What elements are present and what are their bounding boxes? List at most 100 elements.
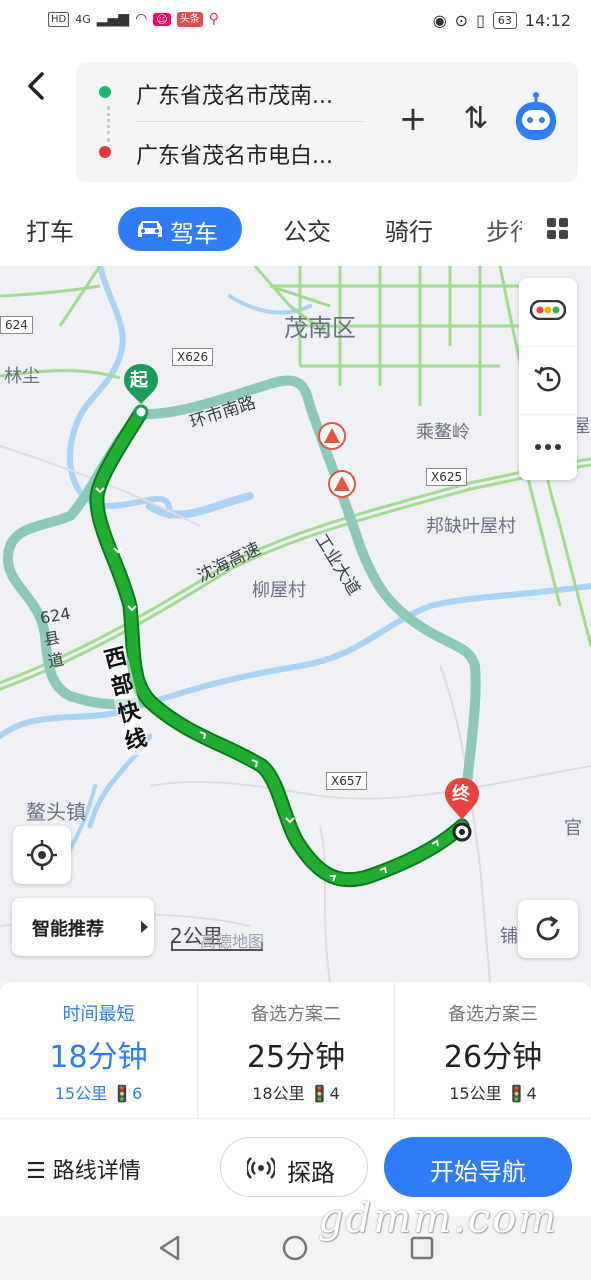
route-header: 广东省茂名市茂南... 广东省茂名市电白... + ⇅ (0, 44, 591, 194)
route-option-time: 25分钟 (246, 1040, 346, 1075)
route-map[interactable]: 茂南区 林尘 乘鳌岭 邦缺叶屋村 柳屋村 鳌头镇 官 铺 屋 624 环市南路 … (0, 266, 591, 982)
route-details-label: 路线详情 (52, 1159, 141, 1184)
status-bar: HD 4G ▂▄▆ ◠ ☺ 头条 ⚲ ◉ ⊙ ▯ 63 14:12 (0, 0, 591, 44)
vibrate-icon: ▯ (476, 11, 485, 30)
start-marker[interactable]: 起 (122, 362, 160, 422)
tab-drive-label: 驾车 (170, 220, 218, 248)
tab-taxi[interactable]: 打车 (26, 212, 74, 247)
toutiao-notification: 头条 (176, 11, 203, 27)
history-button[interactable] (519, 346, 577, 412)
route-distance: 18公里 (252, 1084, 305, 1103)
add-waypoint-button[interactable]: + (393, 100, 433, 140)
smart-recommend-label: 智能推荐 (32, 919, 104, 940)
map-label-aotou: 鳌头镇 (26, 800, 86, 824)
traffic-light-icon (530, 300, 566, 320)
back-triangle-icon[interactable] (156, 1234, 184, 1262)
traffic-light-count: 4 (329, 1084, 340, 1103)
back-button[interactable] (20, 66, 54, 106)
refresh-route-button[interactable] (518, 900, 578, 958)
route-option-label: 备选方案三 (448, 1004, 538, 1025)
swap-route-button[interactable]: ⇅ (456, 100, 496, 140)
signal-icon: ▂▄▆ (96, 11, 130, 27)
start-navigation-button[interactable]: 开始导航 (384, 1137, 572, 1197)
route-option-label: 时间最短 (62, 1004, 135, 1025)
back-arrow-icon (28, 72, 44, 100)
smart-recommend-button[interactable]: 智能推荐 (12, 898, 154, 956)
end-marker-label: 终 (452, 784, 470, 805)
map-logo: 高德地图 (200, 932, 265, 951)
tab-drive[interactable]: 驾车 (118, 207, 242, 251)
road-badge-x626: X626 (172, 348, 214, 366)
map-label-linchen: 林尘 (4, 366, 40, 387)
end-location-field[interactable]: 广东省茂名市电白... (136, 138, 376, 170)
map-label-chengaoling: 乘鳌岭 (416, 422, 470, 443)
tab-bus[interactable]: 公交 (283, 212, 331, 247)
route-distance: 15公里 (54, 1084, 108, 1103)
triangle-right-icon (141, 921, 148, 933)
traffic-light-count: 6 (132, 1084, 143, 1103)
route-option-time: 18分钟 (49, 1040, 148, 1075)
probe-route-button[interactable]: 探路 (220, 1137, 368, 1197)
roadwork-marker-icon[interactable] (318, 422, 346, 450)
end-dot-icon (99, 146, 111, 158)
divider (136, 121, 364, 122)
crosshair-icon (27, 840, 57, 870)
route-option-time: 26分钟 (443, 1040, 543, 1075)
route-option-meta: 18公里 🚦4 (198, 1080, 394, 1104)
roadwork-marker-icon[interactable] (328, 470, 356, 498)
traffic-toggle-button[interactable] (519, 278, 577, 344)
clock: 14:12 (524, 11, 571, 30)
travel-mode-tabs: 打车 驾车 公交 骑行 步行 (0, 194, 591, 266)
app-notification-icon: ☺ (153, 12, 171, 26)
map-side-controls (519, 278, 577, 480)
tab-ride[interactable]: 骑行 (385, 212, 433, 247)
location-icon: ⊙ (454, 11, 469, 30)
route-distance: 15公里 (449, 1084, 502, 1103)
clock-refresh-icon (534, 366, 561, 392)
watermark: gdmm.com (318, 1196, 559, 1242)
home-circle-icon[interactable] (281, 1234, 309, 1262)
route-option-meta: 15公里 🚦4 (395, 1080, 591, 1104)
route-details-button[interactable]: ☰ 路线详情 (26, 1153, 141, 1185)
route-connector (107, 106, 110, 142)
battery-indicator: 63 (492, 12, 517, 29)
assistant-robot-icon[interactable] (512, 92, 560, 144)
route-input-box: 广东省茂名市茂南... 广东省茂名市电白... + ⇅ (76, 62, 578, 182)
tab-walk[interactable]: 步行 (486, 212, 522, 247)
more-modes-grid-icon[interactable] (547, 218, 569, 240)
map-notification-icon: ⚲ (208, 11, 220, 27)
map-label-district: 茂南区 (284, 314, 356, 342)
map-label-guan: 官 (564, 818, 582, 839)
radar-icon (247, 1157, 275, 1179)
traffic-light-count-icon: 🚦 (506, 1084, 527, 1103)
locate-me-button[interactable] (13, 826, 71, 884)
map-label-liuwu: 柳屋村 (252, 580, 306, 601)
probe-route-label: 探路 (287, 1159, 335, 1187)
road-badge-x625: X625 (426, 468, 468, 486)
route-option-card[interactable]: 备选方案二 25分钟 18公里 🚦4 (197, 982, 394, 1118)
traffic-light-count-icon: 🚦 (309, 1084, 330, 1103)
end-marker[interactable]: 终 (443, 776, 481, 842)
route-option-card[interactable]: 时间最短 18分钟 15公里 🚦6 (0, 982, 197, 1118)
network-indicator: 4G (75, 12, 91, 26)
traffic-light-count: 4 (526, 1084, 537, 1103)
traffic-light-count-icon: 🚦 (112, 1084, 133, 1103)
more-dots-icon (535, 444, 561, 450)
map-label-bangque: 邦缺叶屋村 (426, 516, 516, 537)
start-dot-icon (99, 86, 111, 98)
route-option-label: 备选方案二 (251, 1004, 341, 1025)
list-icon: ☰ (26, 1159, 46, 1184)
map-canvas (0, 266, 591, 982)
refresh-icon (536, 915, 560, 941)
eye-icon: ◉ (432, 11, 447, 30)
road-badge-x657: X657 (326, 772, 368, 790)
route-option-card[interactable]: 备选方案三 26分钟 15公里 🚦4 (394, 982, 591, 1118)
hd-indicator: HD (48, 11, 70, 27)
more-options-button[interactable] (519, 414, 577, 480)
car-icon (138, 221, 162, 237)
wifi-icon: ◠ (135, 11, 148, 27)
start-navigation-label: 开始导航 (430, 1158, 526, 1186)
start-location-field[interactable]: 广东省茂名市茂南... (136, 78, 376, 110)
start-marker-label: 起 (130, 370, 148, 391)
map-label-pu: 铺 (500, 926, 518, 947)
